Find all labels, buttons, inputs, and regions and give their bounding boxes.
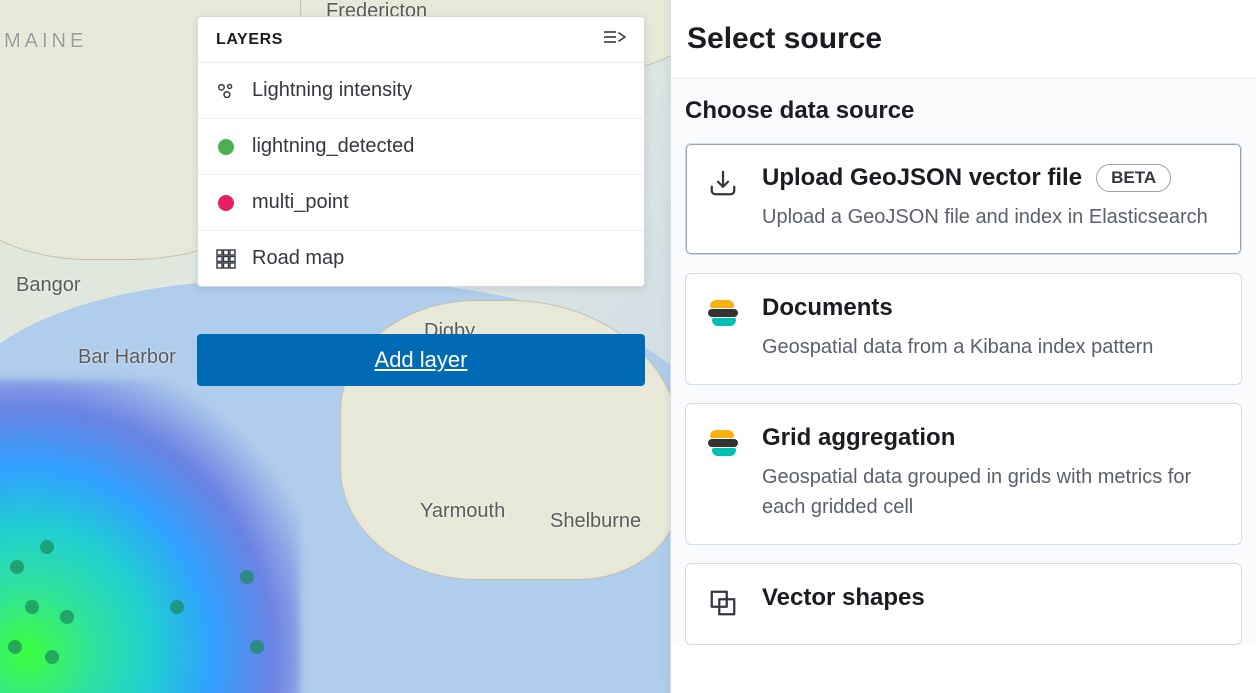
beta-badge: BETA [1096,164,1171,192]
collapse-panel-icon[interactable] [604,29,626,50]
layer-item-label: Road map [252,247,344,270]
flyout-title: Select source [687,22,1240,56]
dot-icon [216,193,236,213]
data-point [10,560,24,574]
data-point [8,640,22,654]
source-desc: Geospatial data from a Kibana index patt… [762,332,1221,362]
layer-item-label: Lightning intensity [252,79,412,102]
source-desc: Geospatial data grouped in grids with me… [762,462,1221,522]
layer-item-label: lightning_detected [252,135,414,158]
layers-panel: LAYERS Lightning intensity lightning_det… [197,16,645,287]
data-point [45,650,59,664]
source-title: Vector shapes [762,584,925,612]
add-layer-button[interactable]: Add layer [197,334,645,386]
source-card-grid-aggregation[interactable]: Grid aggregation Geospatial data grouped… [685,403,1242,545]
flyout-header: Select source [671,0,1256,79]
layers-panel-title: LAYERS [216,31,283,49]
add-layer-label: Add layer [375,347,468,373]
data-point [240,570,254,584]
layer-item-lightning-intensity[interactable]: Lightning intensity [198,63,644,119]
flyout-subheader: Choose data source [685,97,1242,125]
source-card-documents[interactable]: Documents Geospatial data from a Kibana … [685,273,1242,385]
source-title: Upload GeoJSON vector file [762,164,1082,192]
shapes-icon [706,586,740,620]
layer-item-road-map[interactable]: Road map [198,231,644,286]
layers-panel-header: LAYERS [198,17,644,63]
download-icon [706,166,740,200]
source-desc: Upload a GeoJSON file and index in Elast… [762,202,1221,232]
flyout-body: Choose data source Upload GeoJSON vector… [671,79,1256,645]
source-title: Documents [762,294,893,322]
elastic-logo-icon [706,426,740,460]
layer-item-lightning-detected[interactable]: lightning_detected [198,119,644,175]
layer-item-multi-point[interactable]: multi_point [198,175,644,231]
dot-icon [216,137,236,157]
data-point [60,610,74,624]
map-place-label: Bangor [16,274,81,297]
data-point [170,600,184,614]
select-source-flyout: Select source Choose data source Upload … [670,0,1256,693]
source-card-vector-shapes[interactable]: Vector shapes [685,563,1242,645]
data-point [250,640,264,654]
data-point [40,540,54,554]
elastic-logo-icon [706,296,740,330]
source-card-upload-geojson[interactable]: Upload GeoJSON vector file BETA Upload a… [685,143,1242,255]
data-point [25,600,39,614]
source-title: Grid aggregation [762,424,955,452]
cluster-icon [216,81,236,101]
grid-icon [216,249,236,269]
layer-item-label: multi_point [252,191,349,214]
